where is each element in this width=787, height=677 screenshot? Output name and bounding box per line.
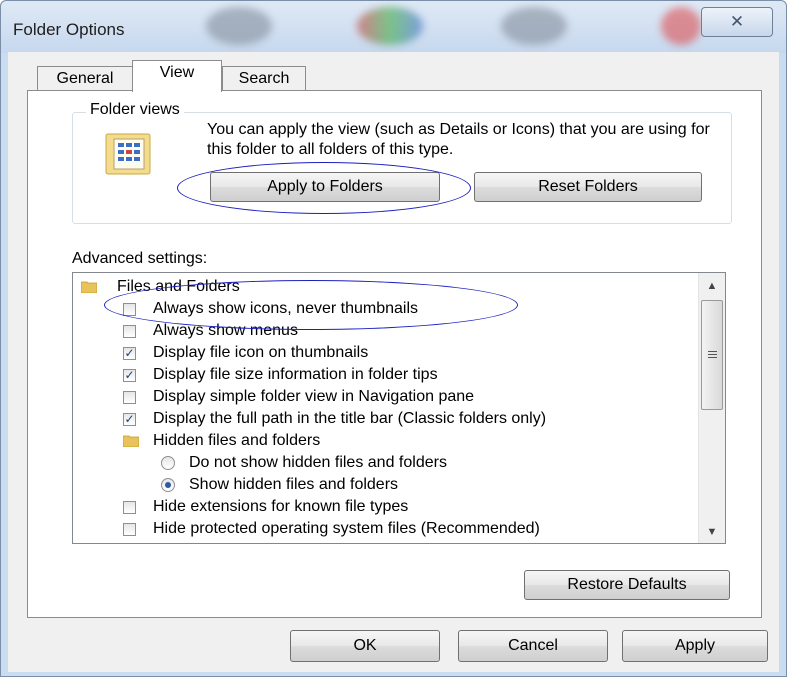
button-label: OK [353, 637, 377, 654]
item-label: Hide protected operating system files (R… [153, 520, 540, 537]
title-bar[interactable]: Folder Options ✕ [1, 1, 786, 53]
window-title: Folder Options [13, 20, 125, 39]
grip-line [708, 357, 717, 358]
grip-line [708, 351, 717, 352]
option-full-path-title-bar[interactable]: ✓ Display the full path in the title bar… [73, 408, 693, 430]
aero-glass-blur [357, 7, 423, 45]
item-label: Display file size information in folder … [153, 366, 438, 383]
item-label: Always show menus [153, 322, 298, 339]
radio-button[interactable] [161, 478, 175, 492]
item-label: Show hidden files and folders [189, 476, 399, 493]
radio-button[interactable] [161, 456, 175, 470]
aero-glass-blur [661, 7, 701, 45]
close-icon: ✕ [729, 12, 745, 31]
item-label: Hidden files and folders [153, 432, 321, 449]
tab-label: Search [238, 70, 290, 87]
checkbox[interactable]: ✓ [123, 369, 136, 382]
option-show-hidden[interactable]: Show hidden files and folders [73, 474, 693, 496]
folder-views-label: Folder views [86, 101, 184, 119]
folder-views-description: You can apply the view (such as Details … [207, 121, 710, 158]
scroll-up-arrow-icon[interactable]: ▲ [699, 277, 725, 295]
item-label: Always show icons, never thumbnails [153, 300, 419, 317]
reset-folders-button[interactable]: Reset Folders [474, 172, 702, 202]
advanced-settings-list[interactable]: Files and Folders Always show icons, nev… [72, 272, 726, 544]
button-label: Restore Defaults [567, 576, 687, 593]
option-do-not-show-hidden[interactable]: Do not show hidden files and folders [73, 452, 693, 474]
checkbox[interactable] [123, 325, 136, 338]
check-mark-icon: ✓ [124, 346, 135, 360]
check-mark-icon: ✓ [124, 412, 135, 426]
item-label: Do not show hidden files and folders [189, 454, 447, 471]
option-hide-protected-files[interactable]: Hide protected operating system files (R… [73, 518, 693, 540]
tab-general[interactable]: General [37, 66, 133, 91]
list-scrollbar[interactable]: ▲ ▼ [698, 273, 725, 543]
apply-to-folders-button[interactable]: Apply to Folders [210, 172, 440, 202]
item-label: Files and Folders [117, 278, 240, 295]
checkbox[interactable] [123, 501, 136, 514]
scroll-down-arrow-icon[interactable]: ▼ [699, 523, 725, 541]
tab-label: View [159, 64, 195, 81]
advanced-settings-label: Advanced settings: [72, 250, 208, 267]
checkbox[interactable]: ✓ [123, 347, 136, 360]
option-simple-folder-view[interactable]: Display simple folder view in Navigation… [73, 386, 693, 408]
aero-glass-blur [501, 7, 567, 45]
tab-view[interactable]: View [132, 60, 222, 92]
item-label: Display file icon on thumbnails [153, 344, 369, 361]
folder-view-icon [105, 133, 151, 175]
ok-button[interactable]: OK [290, 630, 440, 662]
button-label: Cancel [508, 637, 558, 654]
button-label: Apply [674, 637, 716, 654]
option-display-file-size[interactable]: ✓ Display file size information in folde… [73, 364, 693, 386]
check-mark-icon: ✓ [124, 368, 135, 382]
tab-label: General [56, 70, 114, 87]
option-always-show-icons[interactable]: Always show icons, never thumbnails [73, 298, 693, 320]
restore-defaults-button[interactable]: Restore Defaults [524, 570, 730, 600]
item-label: Hide extensions for known file types [153, 498, 409, 515]
grip-line [708, 354, 717, 355]
button-label: Reset Folders [538, 178, 638, 195]
apply-button[interactable]: Apply [622, 630, 768, 662]
checkbox[interactable]: ✓ [123, 413, 136, 426]
tree-item-files-and-folders[interactable]: Files and Folders [73, 276, 693, 298]
aero-glass-blur [206, 7, 272, 45]
button-label: Apply to Folders [267, 178, 383, 195]
checkbox[interactable] [123, 391, 136, 404]
item-label: Display simple folder view in Navigation… [153, 388, 475, 405]
item-label: Display the full path in the title bar (… [153, 410, 547, 427]
cancel-button[interactable]: Cancel [458, 630, 608, 662]
option-hide-extensions[interactable]: Hide extensions for known file types [73, 496, 693, 518]
option-always-show-menus[interactable]: Always show menus [73, 320, 693, 342]
close-button[interactable]: ✕ [701, 7, 773, 37]
folder-icon [123, 435, 139, 447]
tab-search[interactable]: Search [222, 66, 306, 91]
checkbox[interactable] [123, 523, 136, 536]
scrollbar-thumb[interactable] [701, 300, 723, 410]
radio-selected-dot [165, 482, 171, 488]
folder-icon [81, 281, 97, 293]
option-display-file-icon[interactable]: ✓ Display file icon on thumbnails [73, 342, 693, 364]
checkbox[interactable] [123, 303, 136, 316]
tree-item-hidden-files[interactable]: Hidden files and folders [73, 430, 693, 452]
